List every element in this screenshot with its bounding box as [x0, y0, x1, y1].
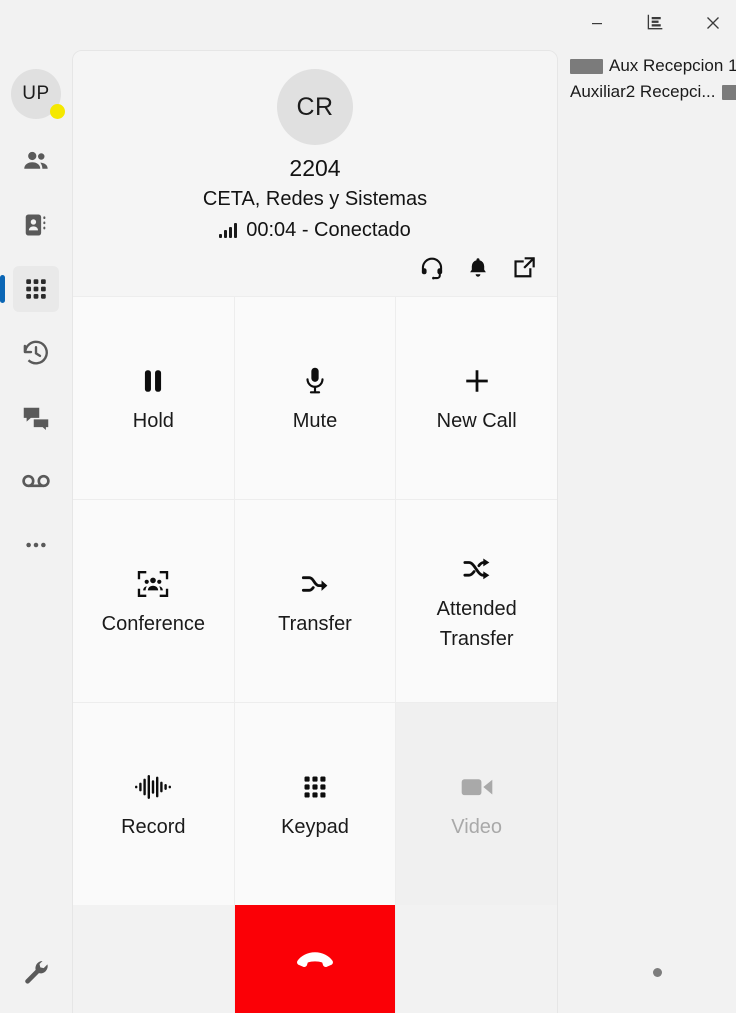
transfer-arrow-icon — [298, 563, 332, 605]
action-label: Attended Transfer — [436, 598, 517, 650]
call-status-row: 00:04 - Conectado — [73, 216, 557, 244]
hangup-button[interactable] — [234, 905, 396, 1013]
sidebar-rail: UP — [0, 45, 72, 1013]
app-window: UP CR 2204 CETA, Redes y Sistemas 00:04 … — [0, 0, 736, 1013]
contact-card-icon — [22, 211, 50, 239]
action-label: Mute — [292, 410, 338, 432]
pause-icon — [140, 360, 166, 402]
action-transfer[interactable]: Transfer — [234, 500, 396, 702]
sidebar-item-history[interactable] — [13, 330, 59, 376]
action-record[interactable]: Record — [73, 703, 234, 905]
blf-entry[interactable]: Aux Recepcion 1 — [558, 53, 736, 79]
call-actions-grid: Hold Mute New Call Conference Transfer A… — [73, 296, 557, 905]
sidebar-item-contacts[interactable] — [13, 138, 59, 184]
action-label: Transfer — [278, 613, 352, 635]
grid-dots-icon — [23, 276, 49, 302]
audio-device-button[interactable] — [417, 255, 447, 285]
presence-status-dot — [50, 104, 65, 119]
people-icon — [21, 146, 51, 176]
plus-icon — [462, 360, 492, 402]
action-label: Hold — [132, 410, 174, 432]
action-label: Keypad — [281, 816, 349, 838]
clock-history-icon — [21, 338, 51, 368]
signal-bars-icon — [219, 222, 238, 238]
sidebar-item-messages[interactable] — [13, 394, 59, 440]
sidebar-item-settings[interactable] — [13, 951, 59, 997]
external-link-icon — [512, 255, 537, 285]
conference-icon — [137, 563, 169, 605]
grid-dots-icon — [301, 766, 329, 808]
layout-button[interactable] — [632, 4, 678, 42]
action-new-call[interactable]: New Call — [396, 297, 557, 499]
call-number: 2204 — [289, 155, 341, 181]
action-label: Video — [451, 816, 503, 838]
sidebar-item-voicemail[interactable] — [13, 458, 59, 504]
blf-label: Auxiliar2 Recepci... — [570, 82, 716, 101]
action-mute[interactable]: Mute — [234, 297, 396, 499]
notifications-button[interactable] — [463, 255, 493, 285]
action-hold[interactable]: Hold — [73, 297, 234, 499]
bottom-cell-left — [73, 905, 234, 1013]
microphone-icon — [302, 360, 328, 402]
sidebar-item-keypad[interactable] — [0, 266, 59, 312]
hangup-phone-icon — [293, 949, 337, 980]
sidebar-item-directory[interactable] — [13, 202, 59, 248]
voicemail-icon — [20, 465, 52, 497]
bottom-cell-right — [396, 905, 557, 1013]
headset-icon — [419, 255, 445, 286]
waveform-icon — [134, 766, 172, 808]
bell-icon — [466, 256, 490, 285]
call-status-text: 00:04 - Conectado — [246, 219, 411, 241]
blf-status-chip — [721, 84, 736, 100]
call-avatar: CR — [277, 69, 353, 145]
window-resize-dot[interactable] — [653, 968, 662, 977]
action-keypad[interactable]: Keypad — [234, 703, 396, 905]
action-attended-transfer[interactable]: Attended Transfer — [396, 500, 557, 702]
chat-bubbles-icon — [21, 402, 51, 432]
blf-panel: Aux Recepcion 1 Auxiliar2 Recepci... — [558, 45, 736, 1013]
call-panel: CR 2204 CETA, Redes y Sistemas 00:04 - C… — [72, 50, 558, 1013]
account-avatar[interactable]: UP — [11, 69, 65, 119]
action-video: Video — [396, 703, 557, 905]
call-contact-name: CETA, Redes y Sistemas — [202, 188, 428, 210]
sidebar-item-more[interactable] — [13, 522, 59, 568]
action-label: Conference — [101, 613, 206, 635]
call-header: CR 2204 CETA, Redes y Sistemas 00:04 - C… — [73, 51, 557, 244]
action-label: New Call — [436, 410, 517, 432]
shuffle-icon — [461, 548, 493, 590]
minimize-button[interactable] — [574, 4, 620, 42]
blf-status-chip — [570, 58, 603, 74]
action-label: Record — [121, 816, 186, 838]
video-camera-icon — [460, 766, 494, 808]
blf-label: Aux Recepcion 1 — [609, 56, 736, 75]
blf-entry[interactable]: Auxiliar2 Recepci... — [558, 79, 736, 105]
action-conference[interactable]: Conference — [73, 500, 234, 702]
close-button[interactable] — [690, 4, 736, 42]
ellipsis-icon — [23, 532, 49, 558]
title-bar — [0, 0, 736, 45]
popout-button[interactable] — [509, 255, 539, 285]
call-tools — [73, 244, 557, 296]
call-bottom-row — [73, 905, 557, 1013]
wrench-icon — [22, 958, 50, 991]
